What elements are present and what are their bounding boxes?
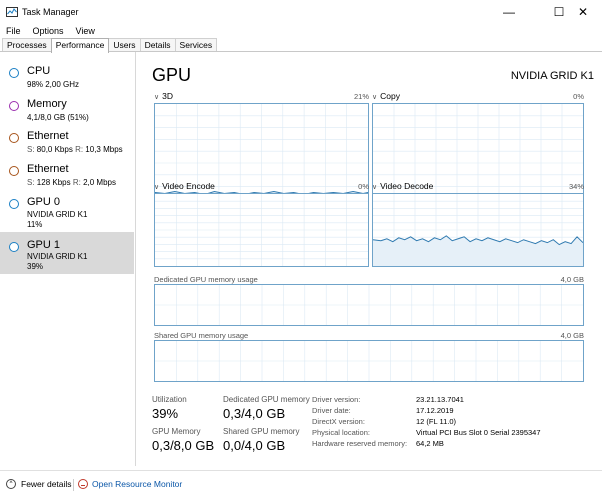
gridlines	[155, 194, 368, 266]
info-key: Driver version:	[312, 395, 361, 404]
sidebar-item-gpu-1[interactable]: GPU 1 NVIDIA GRID K1 39%	[0, 232, 134, 274]
tab-services[interactable]: Services	[174, 38, 218, 52]
sidebar-item-label: Ethernet	[27, 130, 69, 142]
utilization-label: Utilization	[152, 395, 187, 404]
chevron-down-icon: ∨	[154, 184, 160, 191]
graph-copy-label[interactable]: ∨ Copy	[372, 91, 400, 101]
info-value: 17.12.2019	[416, 406, 454, 415]
task-manager-icon	[6, 7, 18, 17]
sidebar-item-detail: NVIDIA GRID K1	[27, 210, 88, 219]
resource-monitor-icon	[78, 479, 88, 489]
graph-video-decode	[372, 193, 584, 267]
graph-video-encode-label[interactable]: ∨ Video Encode	[154, 181, 215, 191]
sidebar-item-label: CPU	[27, 65, 51, 77]
info-value: Virtual PCI Bus Slot 0 Serial 2395347	[416, 428, 541, 437]
device-name: NVIDIA GRID K1	[510, 70, 594, 82]
memory-indicator-icon	[9, 101, 19, 111]
graph-3d-label[interactable]: ∨ 3D	[154, 91, 173, 101]
shared-memory-label: Shared GPU memory usage	[154, 331, 249, 340]
graph-video-encode-plot	[155, 194, 368, 266]
sidebar-item-value: 11%	[27, 220, 43, 229]
page-title: GPU	[152, 65, 192, 85]
gpu-panel: GPU NVIDIA GRID K1 ∨ 3D 21% ∨ Copy 0% ∨ Vid…	[137, 52, 602, 466]
info-value: 64,2 MB	[416, 439, 444, 448]
ethernet-indicator-icon	[9, 133, 19, 143]
menu-bar: File Options View	[0, 24, 101, 38]
shared-memory-plot	[155, 341, 583, 381]
shared-gpu-memory-value: 0,0/4,0 GB	[223, 438, 286, 453]
graph-3d-percent: 21%	[353, 92, 369, 101]
info-value: 12 (FL 11.0)	[416, 417, 457, 426]
chevron-down-icon: ∨	[372, 94, 378, 101]
menu-view[interactable]: View	[70, 24, 101, 38]
fewer-details-button[interactable]: ^ Fewer details	[6, 479, 72, 489]
graph-video-encode	[154, 193, 369, 267]
tab-processes[interactable]: Processes	[2, 38, 52, 52]
gridlines	[155, 341, 583, 381]
sidebar-item-label: Memory	[27, 98, 67, 110]
sidebar-item-label: Ethernet	[27, 163, 69, 175]
utilization-value: 39%	[152, 406, 179, 421]
sidebar-item-value: 39%	[27, 262, 44, 271]
chevron-down-icon: ∨	[372, 184, 378, 191]
tab-users[interactable]: Users	[108, 38, 141, 52]
sidebar-item-detail: S: 80,0 Kbps R: 10,3 Mbps	[27, 145, 123, 154]
shared-memory-max: 4,0 GB	[560, 331, 584, 340]
dedicated-gpu-memory-value: 0,3/4,0 GB	[223, 406, 286, 421]
gpu-memory-label: GPU Memory	[152, 427, 201, 436]
sidebar-item-detail: 98% 2,00 GHz	[27, 80, 80, 89]
info-value: 23.21.13.7041	[416, 395, 464, 404]
chevron-down-icon: ∨	[154, 94, 160, 101]
footer-divider	[73, 479, 74, 491]
sidebar-item-detail: NVIDIA GRID K1	[27, 252, 88, 261]
open-resource-monitor-link[interactable]: Open Resource Monitor	[78, 479, 182, 489]
menu-options[interactable]: Options	[27, 24, 70, 38]
graph-copy-percent: 0%	[573, 92, 584, 101]
tab-performance[interactable]: Performance	[50, 38, 110, 53]
tab-details[interactable]: Details	[139, 38, 176, 52]
dedicated-memory-graph	[154, 284, 584, 326]
ethernet-indicator-icon	[9, 166, 19, 176]
dedicated-memory-plot	[155, 285, 583, 325]
chevron-up-icon: ^	[6, 479, 16, 489]
tab-strip: Processes Performance Users Details Serv…	[2, 38, 218, 53]
dedicated-gpu-memory-label: Dedicated GPU memory	[223, 395, 310, 404]
title-bar: Task Manager — ☐ ✕	[0, 0, 602, 24]
sidebar-item-gpu-0[interactable]: GPU 0 NVIDIA GRID K1 11%	[0, 189, 134, 233]
graph-video-decode-percent: 34%	[568, 182, 584, 191]
graph-video-decode-plot	[373, 194, 583, 266]
info-key: DirectX version:	[312, 417, 365, 426]
graph-video-encode-percent: 0%	[358, 182, 369, 191]
info-key: Driver date:	[312, 406, 351, 415]
gpu-indicator-icon	[9, 242, 19, 252]
shared-memory-graph	[154, 340, 584, 382]
dedicated-memory-label: Dedicated GPU memory usage	[154, 275, 258, 284]
gpu-memory-value: 0,3/8,0 GB	[152, 438, 215, 453]
shared-gpu-memory-label: Shared GPU memory	[223, 427, 300, 436]
sidebar-item-label: GPU 0	[27, 196, 61, 208]
info-key: Hardware reserved memory:	[312, 439, 408, 448]
cpu-indicator-icon	[9, 68, 19, 78]
sidebar-item-detail: S: 128 Kbps R: 2,0 Mbps	[27, 178, 116, 187]
open-resource-monitor-label: Open Resource Monitor	[92, 479, 183, 489]
fewer-details-label: Fewer details	[21, 479, 72, 489]
minimize-icon[interactable]: —	[486, 0, 532, 24]
window-title: Task Manager	[22, 7, 79, 17]
dedicated-memory-max: 4,0 GB	[560, 275, 584, 284]
close-icon[interactable]: ✕	[564, 0, 602, 24]
info-key: Physical location:	[312, 428, 370, 437]
menu-file[interactable]: File	[0, 24, 27, 38]
footer: ^ Fewer details Open Resource Monitor	[0, 470, 602, 500]
gpu-indicator-icon	[9, 199, 19, 209]
sidebar-item-label: GPU 1	[27, 239, 61, 251]
gridlines	[155, 285, 583, 325]
sidebar: CPU 98% 2,00 GHz Memory 4,1/8,0 GB (51%)…	[0, 52, 136, 466]
sidebar-item-detail: 4,1/8,0 GB (51%)	[27, 113, 89, 122]
graph-video-decode-label[interactable]: ∨ Video Decode	[372, 181, 433, 191]
